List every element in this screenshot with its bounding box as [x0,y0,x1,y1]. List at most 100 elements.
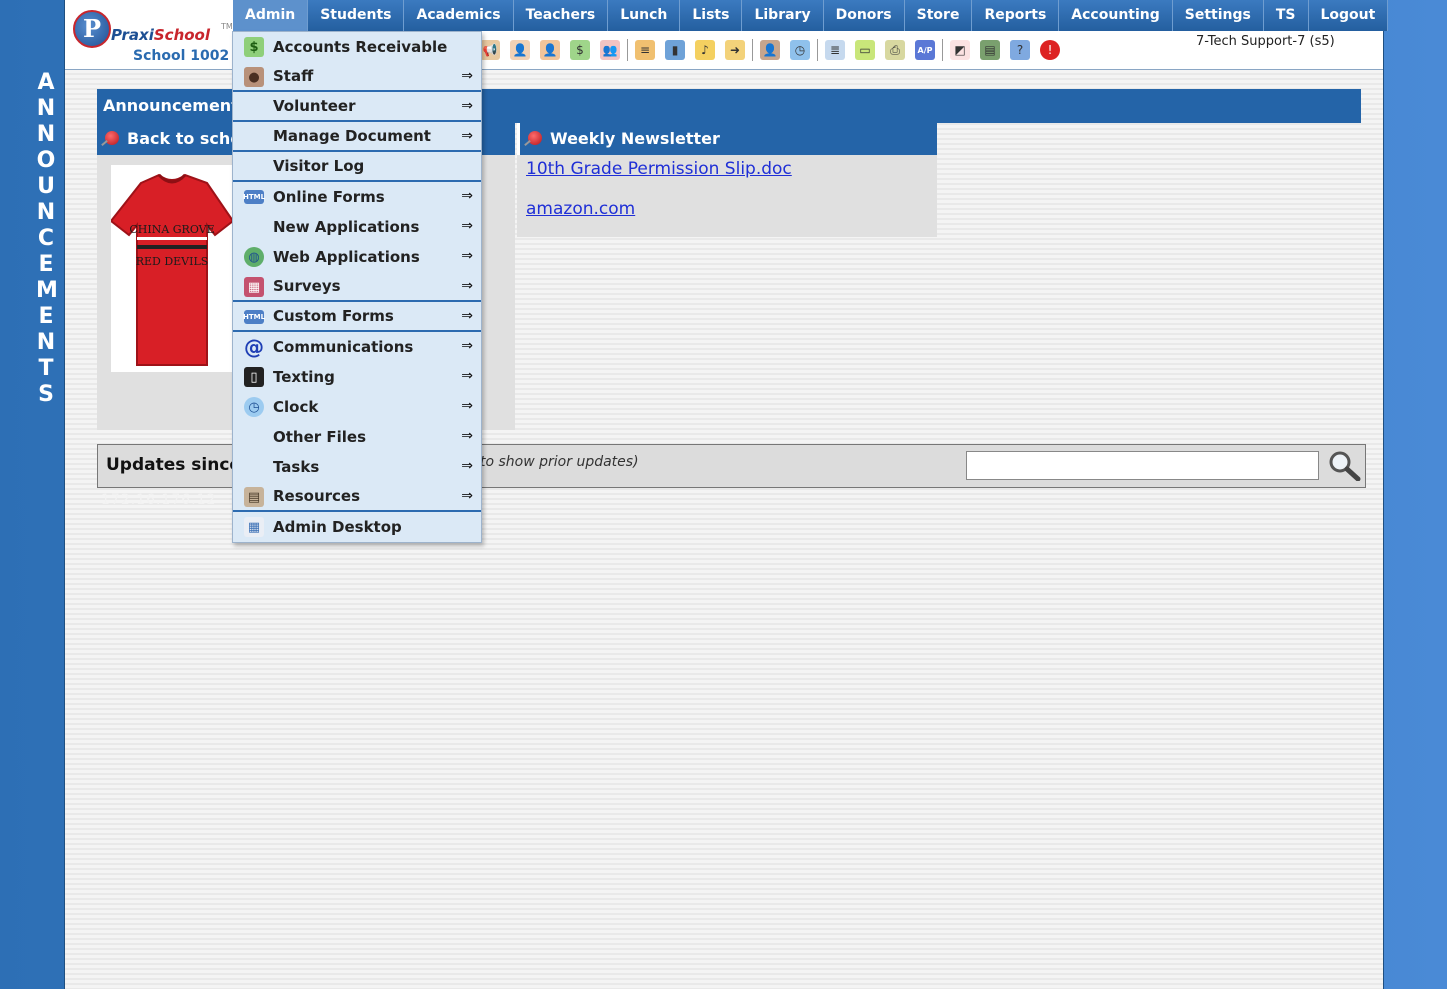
nav-academics[interactable]: Academics [404,0,514,31]
current-user-label[interactable]: 7-Tech Support-7 (s5) [1196,34,1335,49]
toolbar-separator [752,39,753,61]
shirt-text-bottom: RED DEVILS [136,255,209,268]
menu-item-label: Custom Forms [273,307,394,325]
nav-settings[interactable]: Settings [1173,0,1264,31]
nav-lunch[interactable]: Lunch [608,0,681,31]
staff-icon: ● [244,67,264,87]
ticket-icon[interactable]: ▭ [855,40,875,60]
admin-menu-communications[interactable]: @ Communications ⇒ [233,332,481,362]
submenu-arrow-icon: ⇒ [461,278,473,294]
burger-icon[interactable]: ≡ [635,40,655,60]
admin-menu-surveys[interactable]: ▦ Surveys ⇒ [233,272,481,302]
nav-students[interactable]: Students [308,0,405,31]
logo-tm: TM [221,22,233,31]
printer-icon[interactable]: ⎙ [885,40,905,60]
document-icon[interactable]: ≣ [825,40,845,60]
money-icon[interactable]: $ [570,40,590,60]
nav-lists[interactable]: Lists [680,0,743,31]
search-button[interactable] [1326,449,1362,483]
menu-item-label: Manage Document [273,127,431,145]
updates-hint[interactable]: to show prior updates) [480,454,639,470]
pdf-icon[interactable]: ◩ [950,40,970,60]
amazon-link[interactable]: amazon.com [526,199,937,219]
admin-menu-tasks[interactable]: Tasks ⇒ [233,452,481,482]
vertical-letter: S [38,382,54,407]
menu-item-label: Surveys [273,277,341,295]
nav-teachers[interactable]: Teachers [514,0,609,31]
admin-menu-visitor-log[interactable]: Visitor Log [233,152,481,182]
book-icon[interactable]: ▮ [665,40,685,60]
nav-reports[interactable]: Reports [972,0,1060,31]
admin-menu-online-forms[interactable]: HTML Online Forms ⇒ [233,182,481,212]
vertical-letter: N [36,200,56,225]
nav-admin[interactable]: Admin [233,0,309,31]
admin-menu-resources[interactable]: ▤ Resources ⇒ [233,482,481,512]
vertical-announcements-label: ANNOUNCEMENTS [36,70,58,408]
menu-item-label: Communications [273,338,414,356]
nav-logout[interactable]: Logout [1309,0,1389,31]
cash-register-icon[interactable]: ▤ [980,40,1000,60]
nav-donors[interactable]: Donors [824,0,905,31]
menu-item-label: New Applications [273,218,420,236]
logo-wordmark: PraxiSchool [111,26,211,44]
submenu-arrow-icon: ⇒ [461,488,473,504]
admin-menu-web-applications[interactable]: ◍ Web Applications ⇒ [233,242,481,272]
submenu-arrow-icon: ⇒ [461,428,473,444]
vertical-letter: T [38,356,54,381]
export-icon[interactable]: ➜ [725,40,745,60]
newsletter-card-title[interactable]: Weekly Newsletter [517,123,937,155]
menu-item-label: Visitor Log [273,157,365,175]
admin-menu-other-files[interactable]: Other Files ⇒ [233,422,481,452]
staff-icon[interactable]: 👤 [760,40,780,60]
person-icon[interactable]: 👤 [540,40,560,60]
menu-item-label: Texting [273,368,335,386]
menu-item-label: Clock [273,398,319,416]
admin-menu-staff[interactable]: ● Staff ⇒ [233,62,481,92]
clock-icon: ◷ [244,397,264,417]
school-name: School 1002 [133,48,230,64]
toolbar-separator [627,39,628,61]
admin-menu-volunteer[interactable]: Volunteer ⇒ [233,92,481,122]
html-icon: HTML [243,310,265,324]
shirt-image[interactable]: CHINA GROVE RED DEVILS [111,165,233,372]
people-icon[interactable]: 👥 [600,40,620,60]
menu-item-label: Web Applications [273,248,420,266]
submenu-arrow-icon: ⇒ [461,338,473,354]
submenu-arrow-icon: ⇒ [461,128,473,144]
admin-menu-custom-forms[interactable]: HTML Custom Forms ⇒ [233,302,481,332]
menu-item-label: Online Forms [273,188,385,206]
ap-icon[interactable]: A/P [915,40,935,60]
help-icon[interactable]: ? [1010,40,1030,60]
announcement-card-newsletter: Weekly Newsletter 10th Grade Permission … [517,123,937,237]
nav-store[interactable]: Store [905,0,973,31]
card-title-text: Weekly Newsletter [550,129,720,148]
search-input[interactable] [966,451,1319,480]
nav-ts[interactable]: TS [1264,0,1309,31]
nav-accounting[interactable]: Accounting [1059,0,1173,31]
vertical-letter: N [36,330,56,355]
admin-menu-clock[interactable]: ◷ Clock ⇒ [233,392,481,422]
vertical-letter: N [36,122,56,147]
html-icon: HTML [243,190,265,204]
admin-menu-new-applications[interactable]: New Applications ⇒ [233,212,481,242]
bell-icon[interactable]: ♪ [695,40,715,60]
toolbar-separator [817,39,818,61]
stop-icon[interactable]: ! [1040,40,1060,60]
admin-menu-manage-document[interactable]: Manage Document ⇒ [233,122,481,152]
pushpin-icon [105,131,119,145]
megaphone-icon[interactable]: 📢 [480,40,500,60]
menu-item-label: Resources [273,487,361,505]
admin-menu-accounts-receivable[interactable]: $ Accounts Receivable [233,32,481,62]
nav-library[interactable]: Library [742,0,824,31]
toolbar-separator [942,39,943,61]
submenu-arrow-icon: ⇒ [461,68,473,84]
person-add-icon[interactable]: 👤 [510,40,530,60]
survey-icon: ▦ [244,277,264,297]
permission-slip-link[interactable]: 10th Grade Permission Slip.doc [526,159,937,179]
top-nav: Admin Students Academics Teachers Lunch Lists… [233,0,1389,31]
card-title-text: Back to scho [127,129,242,148]
admin-menu-texting[interactable]: ▯ Texting ⇒ [233,362,481,392]
vertical-letter: E [38,304,54,329]
clock-icon[interactable]: ◷ [790,40,810,60]
admin-menu-admin-desktop[interactable]: ▦ Admin Desktop [233,512,481,542]
